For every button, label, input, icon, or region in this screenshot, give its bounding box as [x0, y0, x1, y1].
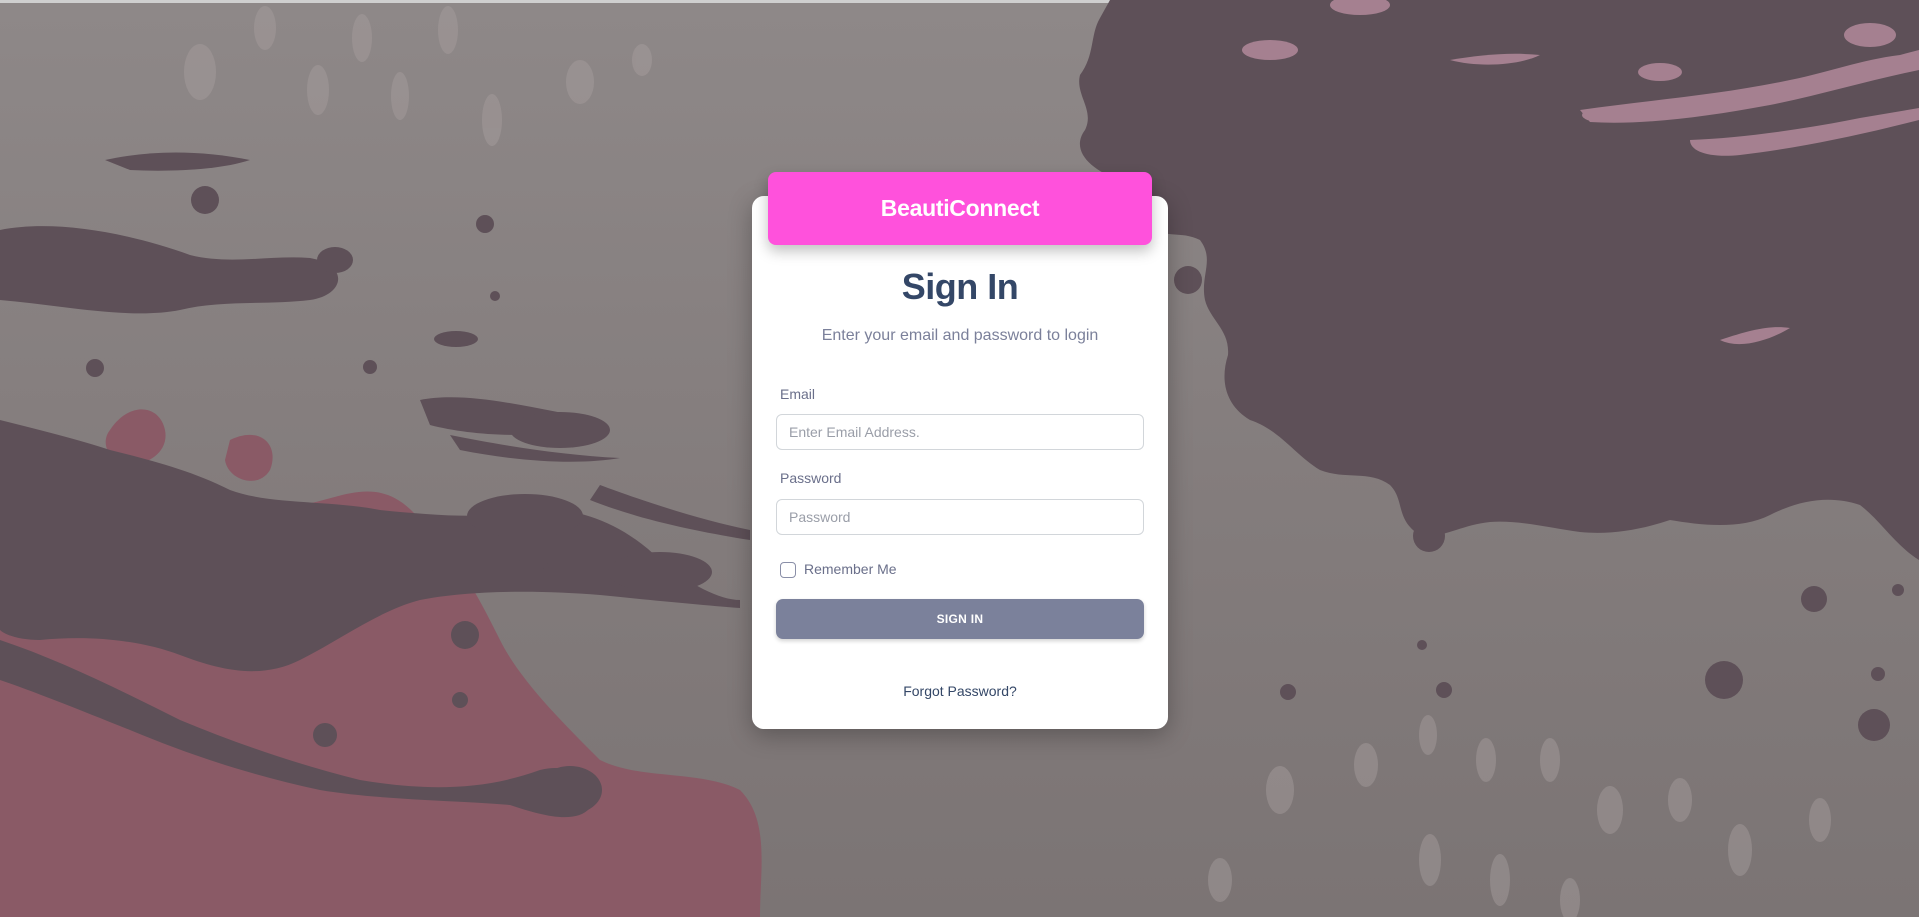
sign-in-card: Sign In Enter your email and password to…	[752, 196, 1168, 729]
sign-in-button[interactable]: SIGN IN	[776, 599, 1144, 639]
remember-me-checkbox[interactable]	[780, 562, 796, 578]
remember-me[interactable]: Remember Me	[780, 560, 897, 578]
brand-name: BeautiConnect	[880, 195, 1040, 221]
password-field[interactable]	[776, 499, 1144, 535]
remember-me-label: Remember Me	[804, 561, 897, 577]
password-label: Password	[780, 470, 842, 486]
page-subtitle: Enter your email and password to login	[821, 327, 1099, 344]
email-field[interactable]	[776, 414, 1144, 450]
page-title: Sign In	[901, 266, 1019, 307]
forgot-password-link[interactable]: Forgot Password?	[752, 683, 1168, 699]
brand-header: BeautiConnect	[768, 172, 1152, 245]
email-label: Email	[780, 386, 816, 402]
